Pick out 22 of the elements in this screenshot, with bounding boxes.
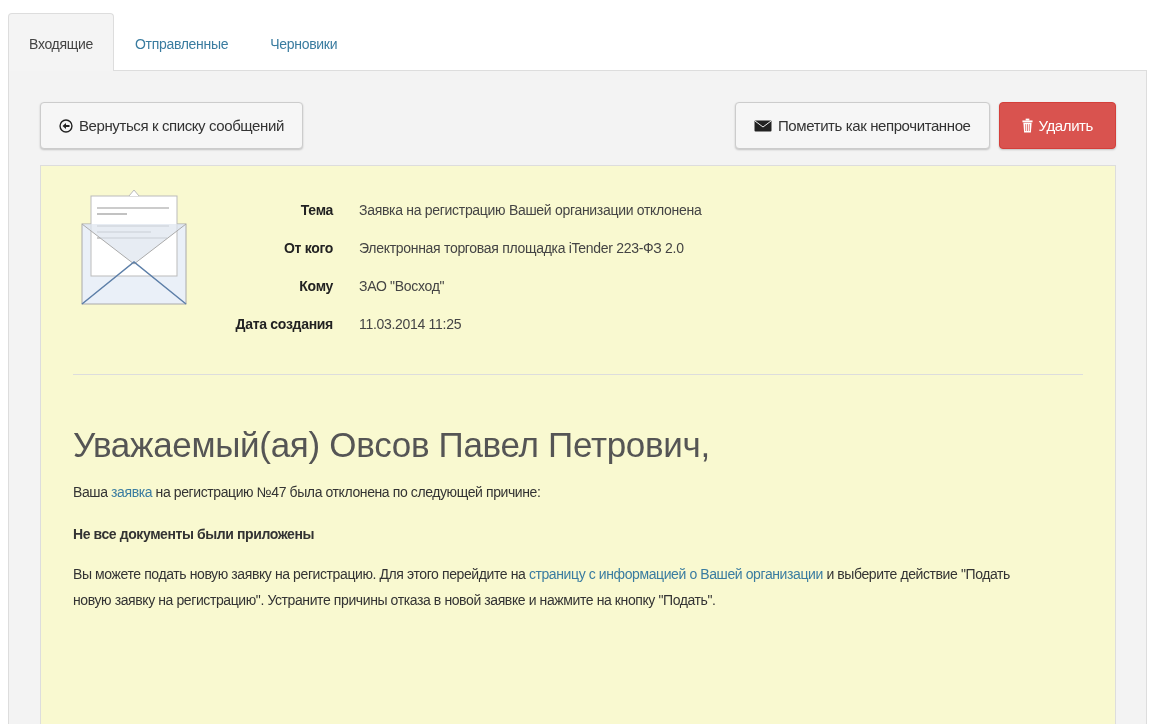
tab[interactable]: Отправленные <box>114 13 250 70</box>
message-paragraph: Ваша заявка на регистрацию №47 была отклонена по следующей причине: <box>73 483 542 502</box>
message-paragraph: Вы можете подать новую заявку на регистрацию. Для этого перейдите на страницу с информацией о Вашей организации и выберите действие "Подать новую заявку на регистрацию". Устраните причины отказа в новой заявке и нажмите на кнопку "Подать". <box>73 565 1011 610</box>
field-value: ЗАО "Восход" <box>359 278 446 294</box>
trash-icon <box>1021 118 1033 133</box>
link[interactable]: заявка <box>111 484 153 500</box>
tab[interactable]: Входящие <box>8 13 114 71</box>
field-value: Электронная торговая площадка iTender 223-ФЗ 2.0 <box>359 240 685 256</box>
link[interactable]: страницу с информацией о Вашей организации <box>528 566 823 582</box>
mark-unread-button[interactable]: Пометить как непрочитанное <box>735 102 990 149</box>
greeting-heading: Уважаемый(ая) Овсов Павел Петрович, <box>73 425 711 465</box>
field-label: Тема <box>299 202 333 218</box>
back-button[interactable]: Вернуться к списку сообщений <box>40 102 303 149</box>
field-label: Дата создания <box>234 316 333 332</box>
field-value: 11.03.2014 11:25 <box>359 316 463 332</box>
tab[interactable]: Черновики <box>249 13 359 70</box>
reason-text: Не все документы были приложены <box>73 525 316 544</box>
envelope-icon <box>754 119 772 132</box>
delete-button[interactable]: Удалить <box>998 102 1116 149</box>
field-label: От кого <box>282 240 333 256</box>
field-label: Кому <box>298 278 333 294</box>
field-value: Заявка на регистрацию Вашей организации отклонена <box>359 202 702 218</box>
